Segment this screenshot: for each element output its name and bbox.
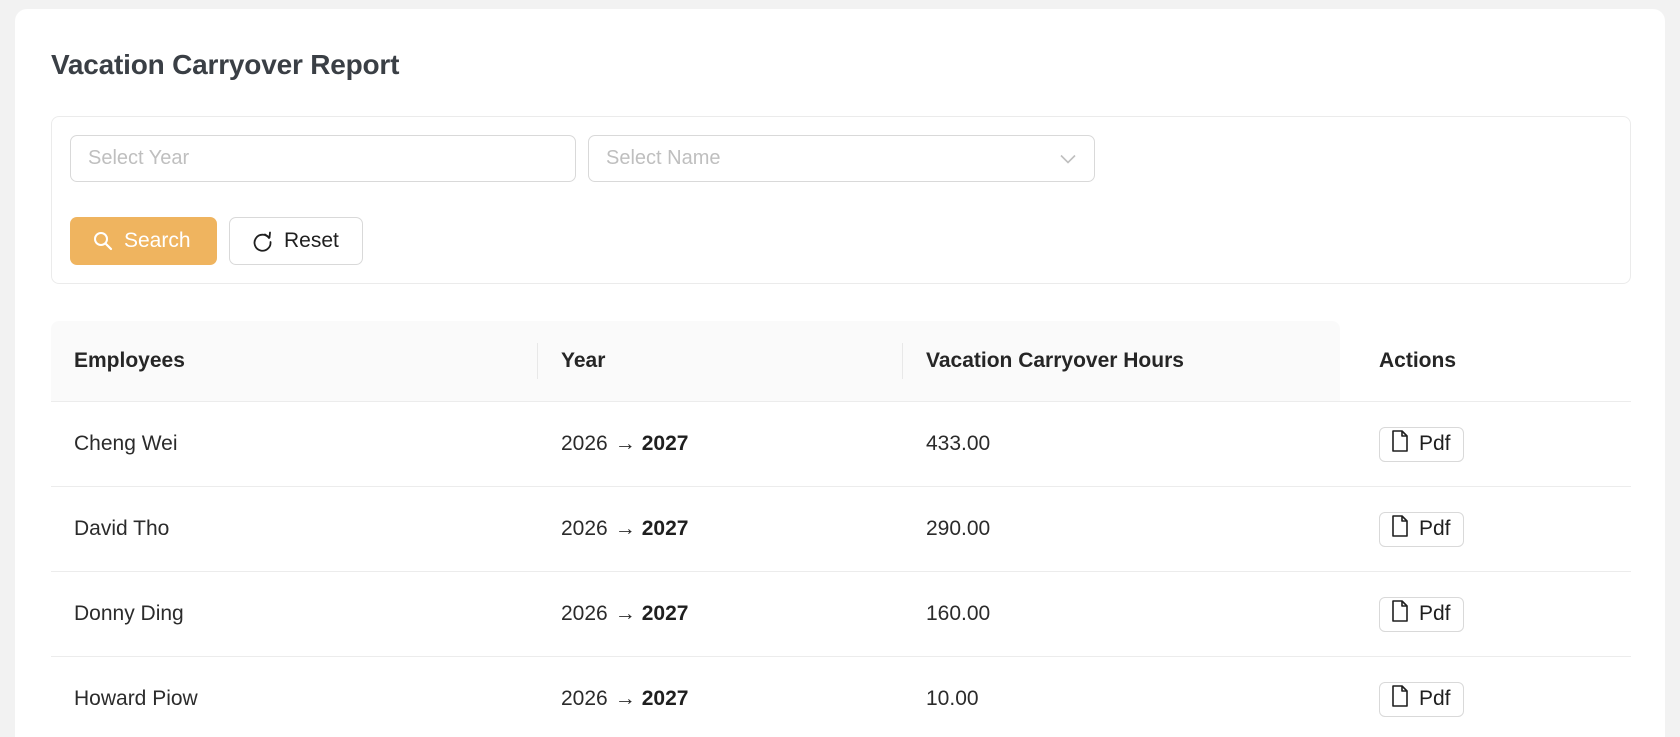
pdf-button-label: Pdf xyxy=(1419,432,1451,455)
arrow-right-icon: → xyxy=(614,687,636,710)
pdf-button-label: Pdf xyxy=(1419,602,1451,625)
employee-name: Donny Ding xyxy=(74,602,184,625)
pdf-button[interactable]: Pdf xyxy=(1379,681,1464,717)
reload-icon xyxy=(252,231,273,252)
pdf-button-label: Pdf xyxy=(1419,517,1451,540)
table-row: Howard Piow 2026 → 2027 10.00 Pdf xyxy=(51,657,1631,737)
file-icon xyxy=(1391,600,1409,628)
employee-name: Howard Piow xyxy=(74,687,198,710)
year-range: 2026 → 2027 xyxy=(561,487,688,571)
year-from: 2026 xyxy=(561,517,608,540)
year-range: 2026 → 2027 xyxy=(561,402,688,486)
chevron-down-icon xyxy=(1059,150,1077,168)
search-icon xyxy=(93,231,113,251)
name-select[interactable]: Select Name xyxy=(588,135,1095,182)
table-header: Employees Year Vacation Carryover Hours … xyxy=(51,321,1631,402)
arrow-right-icon: → xyxy=(614,432,636,455)
column-header-employees: Employees xyxy=(74,349,185,372)
year-range: 2026 → 2027 xyxy=(561,657,688,737)
actions-cell: Pdf xyxy=(1379,487,1464,571)
reset-button-label: Reset xyxy=(284,229,339,252)
year-to: 2027 xyxy=(641,687,689,710)
actions-cell: Pdf xyxy=(1379,657,1464,737)
table-row: Donny Ding 2026 → 2027 160.00 Pdf xyxy=(51,572,1631,657)
filter-panel: Select Name Search Reset xyxy=(51,116,1631,284)
reset-button[interactable]: Reset xyxy=(229,217,363,265)
column-divider xyxy=(537,343,538,379)
year-from: 2026 xyxy=(561,432,608,455)
year-select[interactable] xyxy=(70,135,576,182)
carryover-table: Employees Year Vacation Carryover Hours … xyxy=(51,321,1631,737)
actions-cell: Pdf xyxy=(1379,402,1464,486)
employee-name: David Tho xyxy=(74,517,170,540)
table-row: Cheng Wei 2026 → 2027 433.00 Pdf xyxy=(51,402,1631,487)
name-select-placeholder: Select Name xyxy=(606,147,721,169)
column-header-hours: Vacation Carryover Hours xyxy=(926,349,1184,372)
arrow-right-icon: → xyxy=(614,517,636,540)
pdf-button-label: Pdf xyxy=(1419,687,1451,710)
pdf-button[interactable]: Pdf xyxy=(1379,596,1464,632)
carryover-hours: 160.00 xyxy=(926,602,991,625)
year-to: 2027 xyxy=(641,517,689,540)
column-header-year: Year xyxy=(561,349,606,372)
file-icon xyxy=(1391,515,1409,543)
page-title: Vacation Carryover Report xyxy=(51,49,400,80)
pdf-button[interactable]: Pdf xyxy=(1379,426,1464,462)
file-icon xyxy=(1391,685,1409,713)
column-header-actions: Actions xyxy=(1379,349,1457,372)
year-from: 2026 xyxy=(561,602,608,625)
carryover-hours: 433.00 xyxy=(926,432,991,455)
carryover-hours: 290.00 xyxy=(926,517,991,540)
actions-cell: Pdf xyxy=(1379,572,1464,656)
file-icon xyxy=(1391,430,1409,458)
year-from: 2026 xyxy=(561,687,608,710)
year-to: 2027 xyxy=(641,602,689,625)
year-to: 2027 xyxy=(641,432,689,455)
search-button-label: Search xyxy=(124,229,191,252)
search-button[interactable]: Search xyxy=(70,217,217,265)
table-row: David Tho 2026 → 2027 290.00 Pdf xyxy=(51,487,1631,572)
year-range: 2026 → 2027 xyxy=(561,572,688,656)
report-card: Vacation Carryover Report Select Name Se… xyxy=(15,9,1665,737)
pdf-button[interactable]: Pdf xyxy=(1379,511,1464,547)
year-input[interactable] xyxy=(88,147,558,170)
employee-name: Cheng Wei xyxy=(74,432,178,455)
column-divider xyxy=(902,343,903,379)
arrow-right-icon: → xyxy=(614,602,636,625)
carryover-hours: 10.00 xyxy=(926,687,979,710)
